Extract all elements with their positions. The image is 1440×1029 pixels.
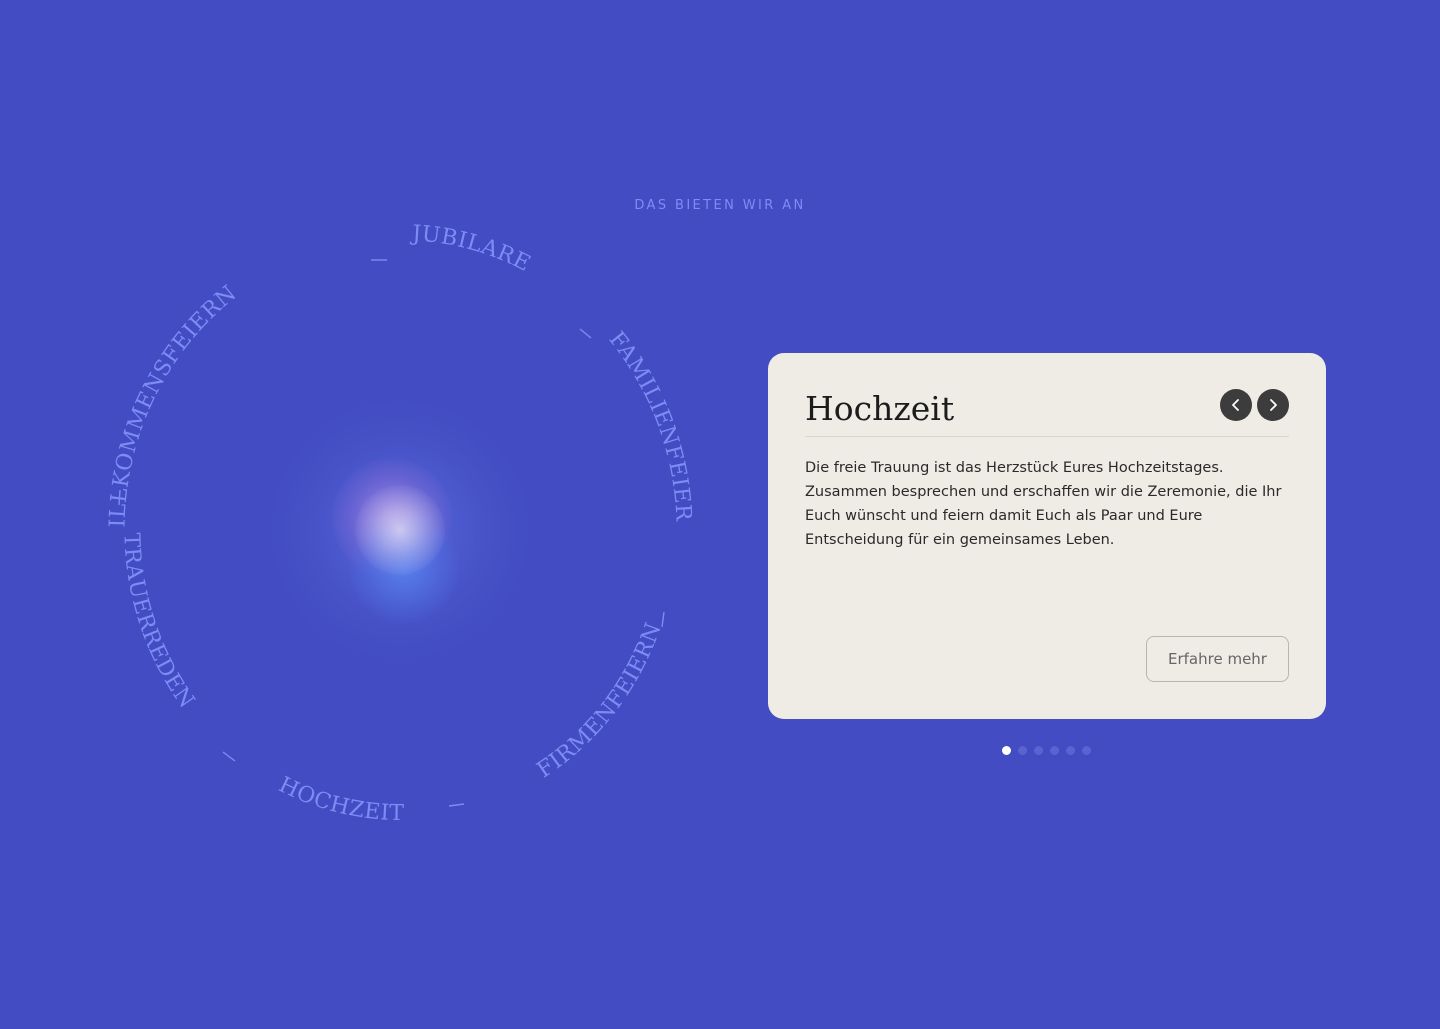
offer-ring: WILLKOMMENSFEIERN JUBILARE FAMILIENFEIER… — [0, 0, 696, 827]
pagination-dot[interactable] — [1066, 746, 1075, 755]
ring-item-willkommensfeiern[interactable]: WILLKOMMENSFEIERN — [0, 0, 242, 528]
card-description: Die freie Trauung ist das Herzstück Eure… — [805, 460, 1282, 548]
ring-item-familienfeiern[interactable]: FAMILIENFEIERN — [0, 0, 696, 523]
pagination-dot[interactable] — [1002, 746, 1011, 755]
pagination-dot[interactable] — [1018, 746, 1027, 755]
next-button[interactable] — [1257, 389, 1289, 421]
pagination-dot[interactable] — [1082, 746, 1091, 755]
ring-item-firmenfeiern[interactable]: FIRMENFEIERN — [533, 619, 667, 783]
card-navigation — [1220, 389, 1289, 421]
chevron-right-icon — [1270, 399, 1277, 411]
offer-card: Hochzeit Die freie Trauung ist das Herzs… — [768, 353, 1326, 719]
carousel-pagination — [1002, 746, 1091, 755]
ring-item-trauerreden[interactable]: TRAUERREDEN — [118, 532, 199, 713]
pagination-dot[interactable] — [1050, 746, 1059, 755]
chevron-left-icon — [1232, 399, 1239, 411]
pagination-dot[interactable] — [1034, 746, 1043, 755]
ring-item-jubilare[interactable]: JUBILARE — [409, 221, 534, 277]
card-title: Hochzeit — [805, 389, 955, 428]
ring-item-hochzeit[interactable]: HOCHZEIT — [275, 773, 405, 827]
card-divider — [805, 436, 1289, 437]
learn-more-button[interactable]: Erfahre mehr — [1146, 636, 1289, 682]
prev-button[interactable] — [1220, 389, 1252, 421]
